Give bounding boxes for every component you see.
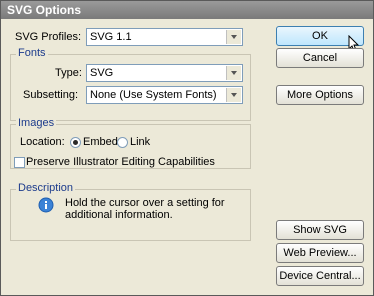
embed-radio[interactable] <box>70 137 81 148</box>
chevron-down-icon[interactable] <box>226 66 241 80</box>
preserve-editing-checkbox[interactable] <box>14 157 25 168</box>
preserve-editing-label[interactable]: Preserve Illustrator Editing Capabilitie… <box>26 156 215 168</box>
show-svg-code-button[interactable]: Show SVG Code... <box>276 220 364 254</box>
dialog-title: SVG Options <box>1 1 373 19</box>
device-central-button[interactable]: Device Central... <box>276 266 364 286</box>
svg-options-dialog: SVG Options SVG Profiles: SVG 1.1 Fonts … <box>0 0 374 296</box>
fonts-group-title: Fonts <box>16 47 48 59</box>
font-type-select[interactable]: SVG <box>86 64 243 82</box>
cancel-button[interactable]: Cancel <box>276 48 364 68</box>
font-type-value: SVG <box>90 67 114 79</box>
subsetting-select[interactable]: None (Use System Fonts) <box>86 86 243 104</box>
link-radio[interactable] <box>117 137 128 148</box>
subsetting-value: None (Use System Fonts) <box>90 89 217 101</box>
link-label[interactable]: Link <box>130 136 150 148</box>
chevron-down-icon[interactable] <box>226 30 241 44</box>
embed-label[interactable]: Embed <box>83 136 118 148</box>
images-group-title: Images <box>16 117 57 129</box>
svg-profiles-value: SVG 1.1 <box>90 31 132 43</box>
svg-profiles-label: SVG Profiles: <box>15 31 82 43</box>
svg-profiles-select[interactable]: SVG 1.1 <box>86 28 243 46</box>
web-preview-button[interactable]: Web Preview... <box>276 243 364 263</box>
subsetting-label: Subsetting: <box>23 89 79 101</box>
chevron-down-icon[interactable] <box>226 88 241 102</box>
dialog-body: SVG Profiles: SVG 1.1 Fonts Type: SVG Su… <box>2 19 372 294</box>
more-options-button[interactable]: More Options <box>276 85 364 105</box>
location-label: Location: <box>20 136 65 148</box>
info-icon <box>38 197 54 213</box>
description-text: Hold the cursor over a setting for addit… <box>65 197 225 221</box>
font-type-label: Type: <box>55 67 82 79</box>
description-group-title: Description <box>16 182 76 194</box>
